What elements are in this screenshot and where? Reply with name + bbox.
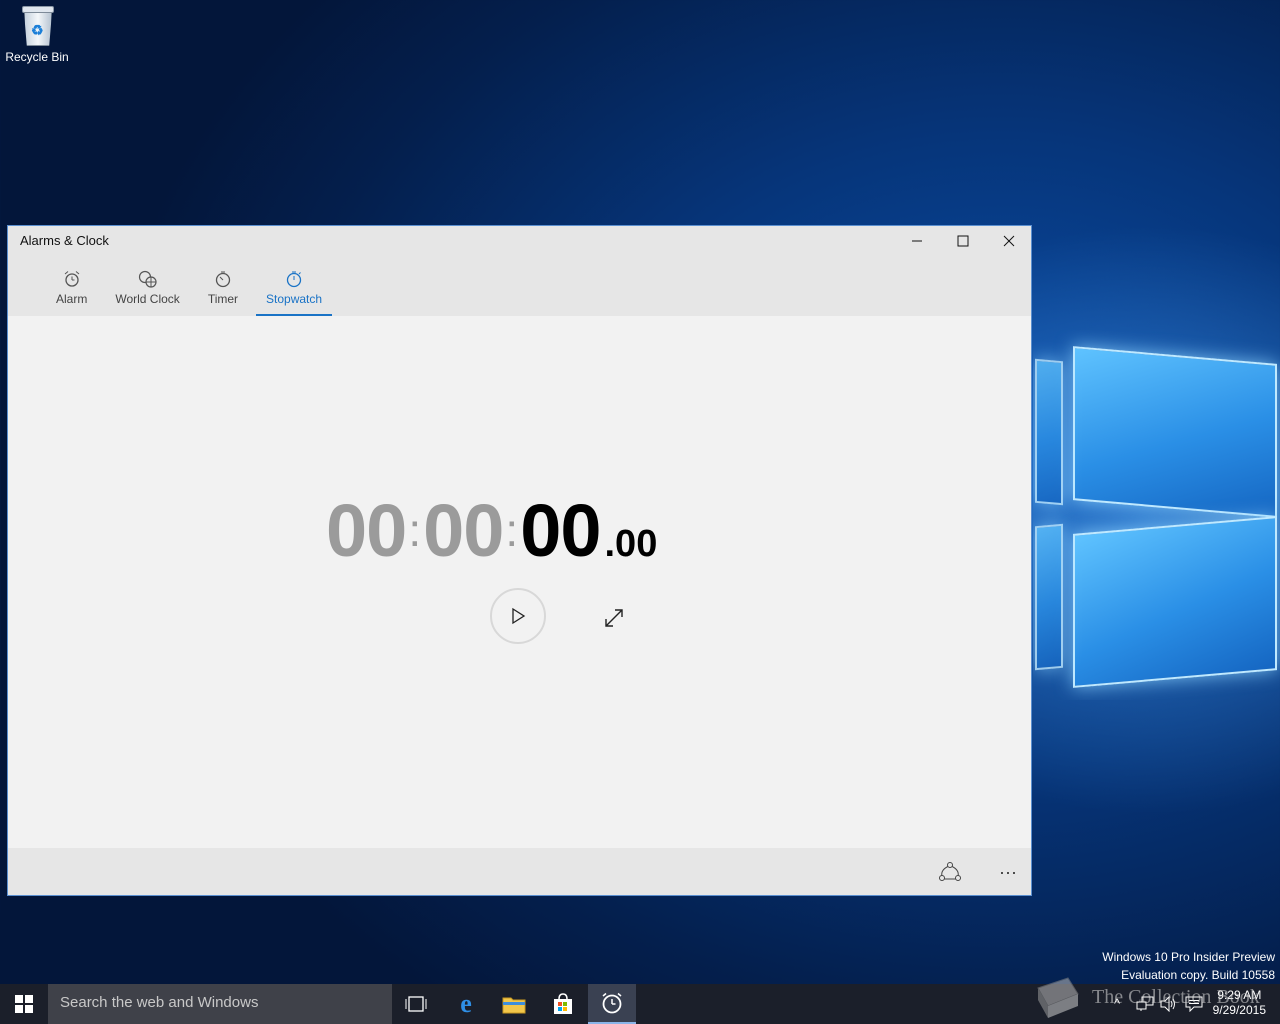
- start-stopwatch-button[interactable]: [490, 588, 546, 644]
- tab-stopwatch-label: Stopwatch: [266, 292, 323, 306]
- stopwatch-minutes: 00: [423, 489, 504, 572]
- close-button[interactable]: [986, 226, 1032, 256]
- windows-start-icon: [15, 995, 33, 1013]
- tab-timer-label: Timer: [207, 292, 239, 306]
- tab-world-clock[interactable]: World Clock: [105, 270, 189, 316]
- collection-book-watermark: The Collection Book: [1032, 974, 1280, 1024]
- more-icon: ···: [999, 861, 1017, 882]
- file-explorer-button[interactable]: [490, 984, 538, 1024]
- stopwatch-seconds: 00: [520, 489, 601, 572]
- store-icon: [554, 993, 572, 1014]
- tab-stopwatch[interactable]: Stopwatch: [256, 270, 333, 316]
- taskbar-search-box[interactable]: Search the web and Windows: [48, 984, 392, 1024]
- tab-alarm-label: Alarm: [56, 292, 88, 306]
- tab-world-clock-label: World Clock: [115, 292, 180, 306]
- app-command-bar: ···: [8, 848, 1031, 895]
- search-placeholder: Search the web and Windows: [60, 994, 259, 1011]
- expand-view-button[interactable]: [600, 604, 628, 632]
- stopwatch-icon: [266, 270, 322, 290]
- edge-icon: e: [460, 989, 472, 1018]
- alarms-clock-app-icon: [602, 992, 622, 1014]
- close-icon: [1003, 235, 1015, 247]
- alarm-clock-icon: [56, 270, 87, 290]
- stopwatch-colon: :: [505, 504, 519, 556]
- recycle-bin-icon: ♻: [20, 6, 54, 46]
- task-view-button[interactable]: [392, 984, 440, 1024]
- alarms-clock-taskbar-button[interactable]: [588, 984, 636, 1024]
- tab-bar: Alarm World Clock Timer Stopwatch: [46, 270, 340, 316]
- store-button[interactable]: [539, 984, 587, 1024]
- expand-icon: [605, 609, 623, 627]
- timer-icon: [208, 270, 238, 290]
- edge-browser-button[interactable]: e: [442, 984, 490, 1024]
- stopwatch-display: 00:00:00.00: [326, 488, 658, 572]
- stopwatch-hours: 00: [326, 489, 407, 572]
- tab-alarm[interactable]: Alarm: [46, 270, 97, 316]
- collection-book-text: The Collection Book: [1092, 986, 1260, 1008]
- maximize-button[interactable]: [940, 226, 986, 256]
- recycle-bin-label: Recycle Bin: [5, 50, 69, 64]
- windows-logo-wallpaper: [1033, 330, 1280, 700]
- book-icon: [1037, 977, 1079, 1018]
- world-clock-icon: [115, 270, 179, 290]
- minimize-button[interactable]: [894, 226, 940, 256]
- share-button[interactable]: [936, 858, 964, 886]
- window-title: Alarms & Clock: [20, 233, 109, 248]
- more-options-button[interactable]: ···: [994, 858, 1022, 886]
- start-button[interactable]: [0, 984, 48, 1024]
- share-icon: [939, 862, 961, 881]
- recycle-bin-desktop-icon[interactable]: ♻ Recycle Bin: [4, 6, 70, 64]
- task-view-icon: [405, 996, 427, 1012]
- folder-icon: [502, 997, 526, 1014]
- stopwatch-colon: :: [408, 504, 422, 556]
- stopwatch-centiseconds: .00: [604, 523, 658, 565]
- play-icon: [512, 607, 526, 625]
- maximize-icon: [957, 235, 969, 247]
- tab-timer[interactable]: Timer: [198, 270, 248, 316]
- title-bar: Alarms & Clock Alarm World Clock Timer S…: [8, 226, 1031, 316]
- alarms-clock-window: Alarms & Clock Alarm World Clock Timer S…: [7, 225, 1032, 896]
- watermark-edition: Windows 10 Pro Insider Preview: [1102, 950, 1275, 964]
- minimize-icon: [912, 240, 922, 242]
